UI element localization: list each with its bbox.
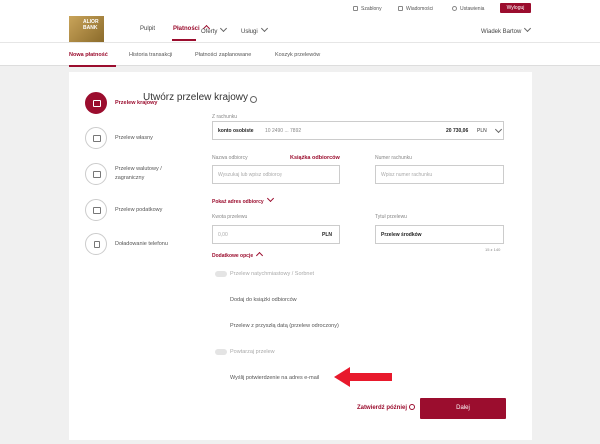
option-email-confirmation: Wyślij potwierdzenie na adres e-mail xyxy=(230,375,320,381)
info-icon[interactable] xyxy=(250,96,257,103)
option-repeat-transfer: Powtarzaj przelew xyxy=(230,349,275,355)
foreign-transfer-icon xyxy=(85,163,107,185)
chevron-down-icon xyxy=(524,24,532,33)
extra-options-toggle[interactable]: Dodatkowe opcje xyxy=(212,251,264,260)
templates-icon xyxy=(353,6,358,11)
tax-document-icon xyxy=(85,199,107,221)
settings-link[interactable]: Ustawienia xyxy=(452,6,484,12)
tab-history[interactable]: Historia transakcji xyxy=(129,52,172,58)
phone-icon xyxy=(85,233,107,255)
amount-placeholder: 0,00 xyxy=(218,232,228,238)
transfer-title-label: Tytuł przelewu xyxy=(375,214,407,220)
instant-transfer-toggle[interactable] xyxy=(215,271,227,277)
amount-label: Kwota przelewu xyxy=(212,214,248,220)
sidebar-item-label: Doładowanie telefonu xyxy=(115,241,168,247)
account-number-input[interactable]: Wpisz numer rachunku xyxy=(375,165,504,184)
envelope-icon xyxy=(398,6,403,11)
chevron-up-icon xyxy=(256,251,264,260)
address-book-link[interactable]: Książka odbiorców xyxy=(290,155,340,161)
templates-link[interactable]: Szablony xyxy=(353,6,382,12)
amount-currency: PLN xyxy=(322,232,332,238)
user-name: Wiadek Bartow xyxy=(481,29,522,35)
user-menu[interactable]: Wiadek Bartow xyxy=(481,24,532,35)
tab-active-underline xyxy=(69,65,116,67)
tabs-bar: Nowa płatność Historia transakcji Płatno… xyxy=(0,42,600,67)
domestic-transfer-icon xyxy=(85,92,107,114)
recipient-label: Nazwa odbiorcy xyxy=(212,155,248,161)
top-bar: ALIOR BANK Pulpit Płatności Oferty Usług… xyxy=(0,0,600,43)
nav-uslugi-label: Usługi xyxy=(241,29,258,35)
nav-oferty[interactable]: Oferty xyxy=(201,24,228,35)
confirm-later-button[interactable]: Zatwierdź później xyxy=(357,404,415,411)
show-address-label: Pokaż adres odbiorcy xyxy=(212,199,264,205)
chevron-down-icon xyxy=(266,194,274,203)
logo-text: ALIOR BANK xyxy=(83,19,99,31)
chevron-down-icon xyxy=(260,24,268,33)
account-currency: PLN xyxy=(477,128,487,134)
option-future-date: Przelew z przyszłą datą (przelew odroczo… xyxy=(230,323,339,329)
from-account-select[interactable]: konto osobiste 10 2490 ... 7892 20 730,0… xyxy=(212,121,504,140)
red-arrow-annotation xyxy=(334,367,392,387)
extra-options-label: Dodatkowe opcje xyxy=(212,253,254,259)
recipient-placeholder: Wyszukaj lub wpisz odbiorcę xyxy=(218,172,282,178)
nav-active-underline xyxy=(172,39,196,41)
nav-platnosci-label: Płatności xyxy=(173,26,200,32)
sidebar-item-label: Przelew podatkowy xyxy=(115,207,163,213)
templates-label: Szablony xyxy=(361,6,382,12)
account-number-placeholder: Wpisz numer rachunku xyxy=(381,172,433,178)
own-transfer-icon xyxy=(85,127,107,149)
show-address-toggle[interactable]: Pokaż adres odbiorcy xyxy=(212,194,274,205)
next-button[interactable]: Dalej xyxy=(420,398,506,419)
account-number: 10 2490 ... 7892 xyxy=(265,128,302,134)
sidebar-item-label: Przelew walutowy / zagraniczny xyxy=(115,166,162,181)
email-confirmation-toggle[interactable] xyxy=(215,375,227,381)
tab-basket[interactable]: Koszyk przelewów xyxy=(275,52,320,58)
char-counter: 15 z 140 xyxy=(485,247,501,252)
logout-button[interactable]: Wyloguj xyxy=(500,3,531,13)
tab-new-payment[interactable]: Nowa płatność xyxy=(69,52,108,58)
from-account-label: Z rachunku xyxy=(212,114,238,120)
page-title: Utwórz przelew krajowy xyxy=(143,92,249,103)
repeat-transfer-toggle[interactable] xyxy=(215,349,227,355)
chevron-down-icon xyxy=(494,125,503,134)
messages-link[interactable]: Wiadomości xyxy=(398,6,433,12)
add-to-address-book-toggle[interactable] xyxy=(215,297,227,303)
settings-label: Ustawienia xyxy=(460,6,485,12)
confirm-later-label: Zatwierdź później xyxy=(357,405,408,411)
transfer-title-input[interactable]: Przelew środków xyxy=(375,225,504,244)
account-name: konto osobiste xyxy=(218,128,254,134)
nav-oferty-label: Oferty xyxy=(201,29,218,35)
clock-icon xyxy=(408,404,415,410)
account-number-label: Numer rachunku xyxy=(375,155,412,161)
chevron-down-icon xyxy=(220,24,228,33)
transfer-title-value: Przelew środków xyxy=(381,232,422,238)
messages-label: Wiadomości xyxy=(406,6,434,12)
option-add-to-address-book: Dodaj do książki odbiorców xyxy=(230,297,297,303)
amount-input[interactable]: 0,00 PLN xyxy=(212,225,340,244)
nav-pulpit[interactable]: Pulpit xyxy=(140,26,155,32)
gear-icon xyxy=(452,6,457,11)
nav-uslugi[interactable]: Usługi xyxy=(241,24,268,35)
sidebar-item-label: Przelew własny xyxy=(115,135,153,141)
alior-bank-logo[interactable]: ALIOR BANK xyxy=(69,16,104,43)
recipient-input[interactable]: Wyszukaj lub wpisz odbiorcę xyxy=(212,165,340,184)
option-instant-transfer: Przelew natychmiastowy / Sorbnet xyxy=(230,271,315,277)
tab-scheduled[interactable]: Płatności zaplanowane xyxy=(195,52,251,58)
future-date-toggle[interactable] xyxy=(215,323,227,329)
account-balance: 20 730,06 xyxy=(446,128,469,134)
